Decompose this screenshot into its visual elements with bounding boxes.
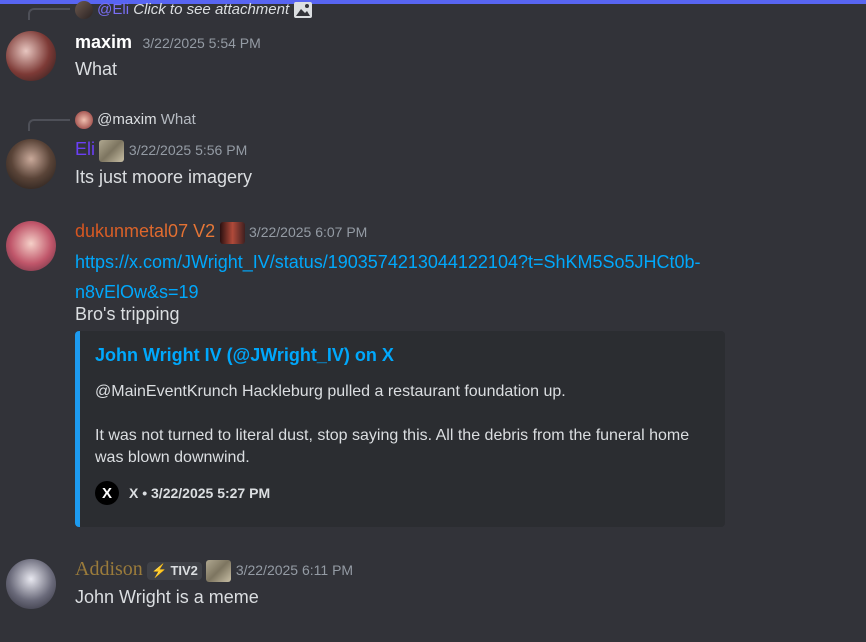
reply-preview[interactable]: @Eli Click to see attachment bbox=[75, 1, 313, 20]
role-icon bbox=[206, 559, 232, 582]
message-header: Eli 3/22/2025 5:56 PM bbox=[75, 139, 247, 162]
embed-footer: X X • 3/22/2025 5:27 PM bbox=[95, 481, 270, 505]
x-logo-icon: X bbox=[95, 481, 119, 505]
timestamp[interactable]: 3/22/2025 6:07 PM bbox=[249, 224, 367, 240]
username[interactable]: maxim bbox=[75, 32, 132, 52]
avatar-addison[interactable] bbox=[6, 559, 56, 609]
server-tag[interactable]: ⚡ TIV2 bbox=[147, 561, 202, 580]
reply-preview[interactable]: @maxim What bbox=[75, 111, 196, 130]
embed-description: @MainEventKrunch Hackleburg pulled a res… bbox=[95, 381, 695, 491]
reply-mention[interactable]: @Eli bbox=[97, 1, 129, 18]
reply-text[interactable]: What bbox=[161, 111, 196, 128]
reply-spine bbox=[28, 8, 70, 20]
message-text: What bbox=[75, 59, 118, 79]
username[interactable]: dukunmetal07 V2 bbox=[75, 221, 215, 241]
message-header: dukunmetal07 V2 3/22/2025 6:07 PM bbox=[75, 221, 367, 244]
avatar-mini bbox=[75, 1, 93, 20]
message-text: John Wright is a meme bbox=[75, 587, 259, 607]
avatar-eli[interactable] bbox=[6, 139, 56, 189]
reply-mention[interactable]: @maxim bbox=[97, 111, 156, 128]
link-line[interactable]: n8vElOw&s=19 bbox=[75, 282, 199, 302]
message-link[interactable]: https://x.com/JWright_IV/status/19035742… bbox=[75, 248, 701, 308]
link-embed: John Wright IV (@JWright_IV) on X @MainE… bbox=[75, 331, 725, 527]
reply-spine bbox=[28, 119, 70, 131]
avatar-maxim[interactable] bbox=[6, 31, 56, 81]
reply-text[interactable]: Click to see attachment bbox=[133, 1, 289, 18]
timestamp[interactable]: 3/22/2025 5:54 PM bbox=[143, 35, 261, 51]
link-line[interactable]: https://x.com/JWright_IV/status/19035742… bbox=[75, 252, 701, 272]
embed-desc-line: It was not turned to literal dust, stop … bbox=[95, 427, 690, 466]
role-icon bbox=[99, 139, 125, 162]
message-header: maxim 3/22/2025 5:54 PM bbox=[75, 32, 261, 53]
avatar-mini bbox=[75, 111, 93, 130]
timestamp[interactable]: 3/22/2025 6:11 PM bbox=[236, 562, 353, 578]
message-text: Bro's tripping bbox=[75, 304, 180, 324]
role-icon bbox=[219, 221, 245, 244]
embed-desc-line: @MainEventKrunch Hackleburg pulled a res… bbox=[95, 383, 566, 400]
image-icon bbox=[293, 1, 313, 19]
username[interactable]: Addison bbox=[75, 558, 143, 580]
server-tag-label: TIV2 bbox=[170, 563, 198, 579]
timestamp[interactable]: 3/22/2025 5:56 PM bbox=[129, 142, 247, 158]
avatar-dukunmetal[interactable] bbox=[6, 221, 56, 271]
message-text: Its just moore imagery bbox=[75, 167, 253, 187]
embed-footer-text: X • 3/22/2025 5:27 PM bbox=[129, 485, 271, 501]
message-header: Addison ⚡ TIV2 3/22/2025 6:11 PM bbox=[75, 558, 353, 582]
embed-title[interactable]: John Wright IV (@JWright_IV) on X bbox=[95, 345, 394, 366]
lightning-icon: ⚡ bbox=[151, 562, 168, 578]
username[interactable]: Eli bbox=[75, 139, 95, 159]
